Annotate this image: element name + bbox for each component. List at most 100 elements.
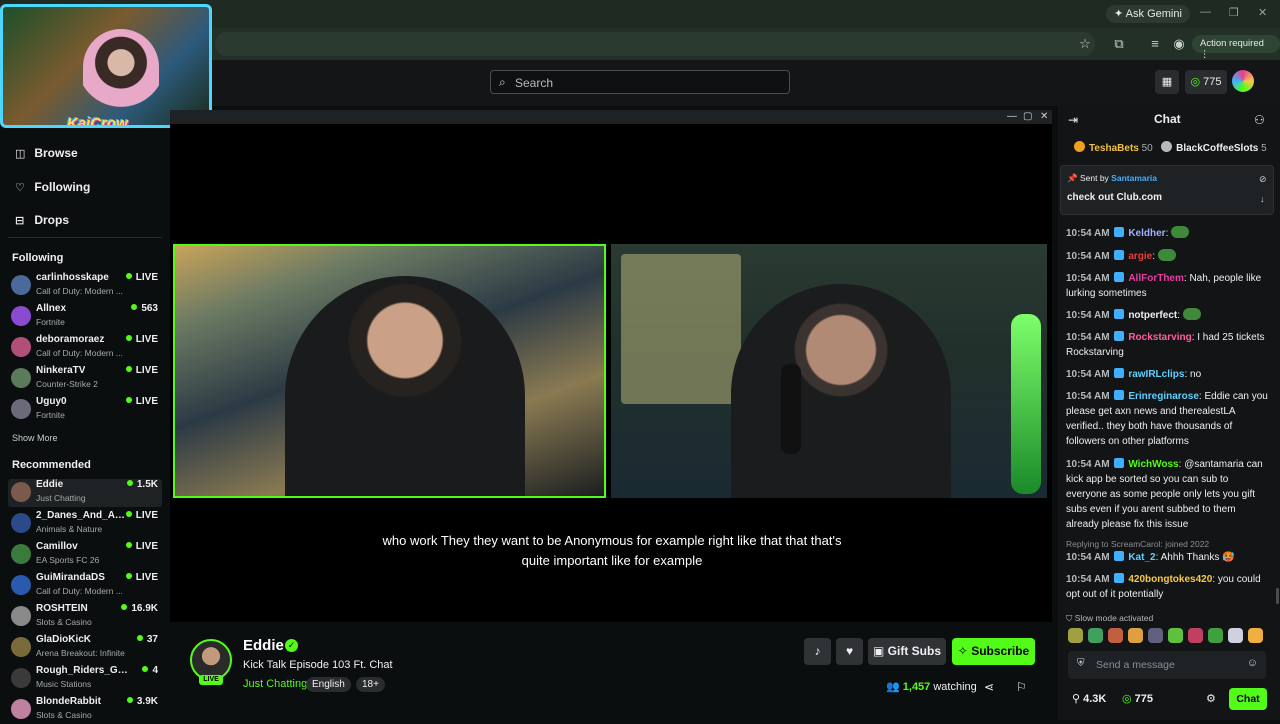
message-username[interactable]: Keldher	[1128, 228, 1165, 239]
category-link[interactable]: Just Chatting	[243, 678, 307, 690]
emote-icon[interactable]	[1208, 628, 1223, 643]
extensions-icon[interactable]: ⧉	[1110, 35, 1128, 53]
user-badge-icon	[1113, 272, 1124, 282]
channel-status: 563	[131, 303, 158, 314]
report-icon[interactable]: ⚐	[1016, 680, 1027, 694]
dashboard-icon[interactable]: ▦	[1155, 70, 1179, 94]
camera-feed-right	[611, 244, 1047, 498]
nav-drops[interactable]: ⊟ Drops	[15, 213, 69, 227]
share-icon[interactable]: ⋖	[984, 680, 994, 694]
pinned-user[interactable]: Santamaria	[1111, 173, 1157, 183]
message-username[interactable]: 420bongtokes420	[1128, 574, 1212, 585]
viewer-number: 1,457	[902, 681, 931, 693]
avatar	[11, 513, 31, 533]
emote-bar[interactable]	[1068, 628, 1268, 644]
gifter-count: 5	[1261, 143, 1267, 154]
chat-input[interactable]	[1096, 657, 1236, 673]
emote-icon[interactable]	[1228, 628, 1243, 643]
sidebar-channel-eddie[interactable]: Eddie Just Chatting 1.5K	[8, 479, 162, 507]
ask-gemini-button[interactable]: ✦ Ask Gemini	[1106, 5, 1190, 23]
message-username[interactable]: rawIRLclips	[1128, 369, 1184, 380]
show-more-link[interactable]: Show More	[12, 433, 58, 443]
channel-category: Counter-Strike 2	[36, 379, 98, 389]
notification-bell-button[interactable]: ♪	[804, 638, 831, 665]
avatar	[11, 637, 31, 657]
chat-input-field[interactable]: ⛨ ☺	[1068, 651, 1266, 679]
sidebar-channel-deboramoraez[interactable]: deboramoraez Call of Duty: Modern ... LIVE	[8, 334, 162, 362]
player-minimize-icon[interactable]: —	[1007, 111, 1017, 122]
message-username[interactable]: Rockstarving	[1128, 332, 1191, 343]
sidebar-channel-rough-riders-gaming[interactable]: Rough_Riders_Gaming Music Stations 4	[8, 665, 162, 693]
channel-points[interactable]: ◎ 775	[1122, 692, 1153, 705]
message-username[interactable]: Kat_2	[1128, 552, 1155, 563]
chat-settings-icon[interactable]: ⚙	[1206, 692, 1216, 705]
sidebar-channel-uguy0[interactable]: Uguy0 Fortnite LIVE	[8, 396, 162, 424]
search-field[interactable]: ⌕	[490, 70, 790, 94]
message-username[interactable]: argie	[1128, 251, 1152, 262]
message-username[interactable]: AllForThem	[1128, 273, 1184, 284]
emoji-icon[interactable]: ☺	[1247, 657, 1258, 669]
expand-pin-icon[interactable]: ↓	[1260, 194, 1265, 204]
chat-scrollbar[interactable]	[1276, 588, 1279, 604]
close-icon[interactable]: ✕	[1258, 6, 1267, 19]
address-bar[interactable]	[215, 32, 1095, 56]
gifter-badge	[1161, 141, 1173, 152]
emote-icon[interactable]	[1168, 628, 1183, 643]
message-username[interactable]: Erinreginarose	[1128, 391, 1199, 402]
emote-icon[interactable]	[1188, 628, 1203, 643]
gifter-name[interactable]: BlackCoffeeSlots	[1176, 143, 1258, 154]
sent-by-label: Sent by	[1079, 173, 1109, 183]
minimize-icon[interactable]: —	[1200, 6, 1211, 18]
emote-icon[interactable]	[1068, 628, 1083, 643]
channel-status: 3.9K	[127, 696, 158, 707]
profile-icon[interactable]: ◉	[1170, 35, 1188, 53]
pinned-message[interactable]: 📌 Sent by Santamaria check out Club.com …	[1060, 165, 1274, 215]
sidebar-channel-allnex[interactable]: Allnex Fortnite 563	[8, 303, 162, 331]
streamer-name[interactable]: Eddie	[243, 637, 284, 654]
sparkle-icon: ✦	[1114, 8, 1126, 20]
emote-icon[interactable]	[1248, 628, 1263, 643]
emote-icon[interactable]	[1128, 628, 1143, 643]
avatar	[11, 575, 31, 595]
emote-icon[interactable]	[1088, 628, 1103, 643]
user-badge-icon	[1113, 250, 1124, 260]
collapse-chat-icon[interactable]: ⇥	[1068, 113, 1078, 127]
user-avatar[interactable]	[1232, 70, 1254, 92]
player-close-icon[interactable]: ✕	[1040, 111, 1048, 122]
channel-status: 4	[142, 665, 158, 676]
emote-icon[interactable]	[1108, 628, 1123, 643]
media-icon[interactable]: ≡	[1146, 35, 1164, 53]
stream-title: Kick Talk Episode 103 Ft. Chat	[243, 659, 393, 671]
chat-users-icon[interactable]: ⚇	[1254, 113, 1265, 127]
message-username[interactable]: WichWoss	[1128, 459, 1178, 470]
action-required-button[interactable]: Action required ⋮	[1192, 35, 1280, 60]
message-username[interactable]: notperfect	[1128, 310, 1177, 321]
sidebar-channel-ninkeratv[interactable]: NinkeraTV Counter-Strike 2 LIVE	[8, 365, 162, 393]
hide-pin-icon[interactable]: ⊘	[1259, 174, 1267, 185]
maximize-icon[interactable]: ❐	[1229, 6, 1239, 19]
emote-icon[interactable]	[1148, 628, 1163, 643]
tag-language[interactable]: English	[306, 677, 351, 692]
follow-button[interactable]: ♥	[836, 638, 863, 665]
search-icon: ⌕	[499, 75, 506, 89]
search-input[interactable]	[515, 74, 775, 91]
sidebar-channel-carlinhosskape[interactable]: carlinhosskape Call of Duty: Modern ... LI…	[8, 272, 162, 300]
send-chat-button[interactable]: Chat	[1229, 688, 1267, 710]
drops-icon: ⊟	[15, 215, 25, 227]
sidebar-channel-guimirandads[interactable]: GuiMirandaDS Call of Duty: Modern ... LIVE	[8, 572, 162, 600]
nav-following[interactable]: ♡ Following	[15, 180, 90, 194]
tag-mature[interactable]: 18+	[356, 677, 385, 692]
sidebar-channel-camillov[interactable]: Camillov EA Sports FC 26 LIVE	[8, 541, 162, 569]
sidebar-channel-gladiokick[interactable]: GlaDioKicK Arena Breakout: Infinite 37	[8, 634, 162, 662]
star-icon[interactable]: ☆	[1076, 35, 1094, 53]
sidebar-channel-roshtein[interactable]: ROSHTEIN Slots & Casino 16.9K	[8, 603, 162, 631]
emote-icon	[1171, 226, 1190, 238]
nav-browse[interactable]: ◫ Browse	[15, 146, 78, 160]
sidebar-channel-2-danes-and-an-[interactable]: 2_Danes_And_An... Animals & Nature LIVE	[8, 510, 162, 538]
camera-feed-left	[173, 244, 606, 498]
gift-subs-button[interactable]: ▣ Gift Subs	[868, 638, 946, 665]
subscribe-button[interactable]: ✧ Subscribe	[952, 638, 1035, 665]
player-maximize-icon[interactable]: ▢	[1023, 111, 1032, 122]
gifter-name[interactable]: TeshaBets	[1089, 143, 1139, 154]
points-button[interactable]: ◎ 775	[1185, 70, 1227, 94]
